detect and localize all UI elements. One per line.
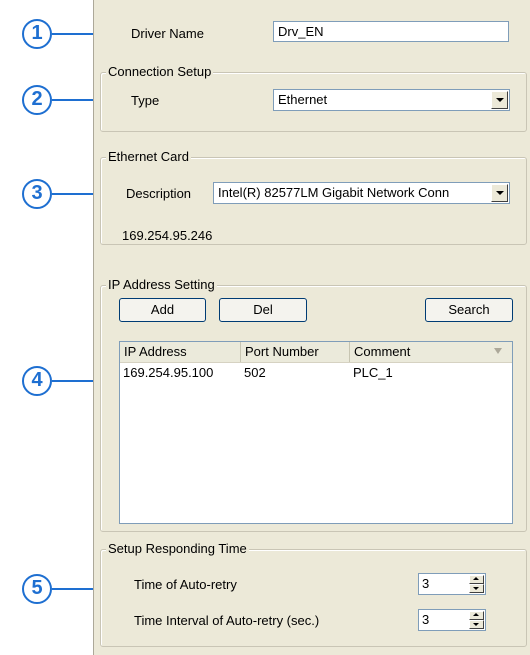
responding-time-legend: Setup Responding Time (106, 541, 249, 557)
spinner-up-icon[interactable] (469, 611, 484, 620)
column-header-ip-address[interactable]: IP Address (120, 342, 241, 362)
connection-setup-legend: Connection Setup (106, 64, 214, 80)
callout-4: 4 (22, 366, 52, 396)
type-select[interactable]: Ethernet (273, 89, 510, 111)
row-port-number: 502 (244, 365, 266, 380)
auto-retry-spinner[interactable]: 3 (418, 573, 486, 595)
driver-name-label: Driver Name (131, 26, 204, 41)
ethernet-card-select[interactable]: Intel(R) 82577LM Gigabit Network Conn (213, 182, 510, 204)
callout-2: 2 (22, 85, 52, 115)
del-button[interactable]: Del (219, 298, 307, 322)
callout-3: 3 (22, 179, 52, 209)
column-header-comment[interactable]: Comment (350, 342, 512, 362)
callout-1-number: 1 (31, 22, 43, 44)
driver-settings-panel: Driver Name Drv_EN Connection Setup Type… (93, 0, 530, 655)
column-header-port-number[interactable]: Port Number (241, 342, 350, 362)
ethernet-card-select-value: Intel(R) 82577LM Gigabit Network Conn (218, 185, 450, 200)
search-button[interactable]: Search (425, 298, 513, 322)
callout-4-number: 4 (31, 369, 43, 391)
ip-address-setting-group: IP Address Setting Add Del Search IP Add… (100, 277, 527, 532)
driver-name-input[interactable]: Drv_EN (273, 21, 509, 42)
add-button[interactable]: Add (119, 298, 206, 322)
type-label: Type (131, 93, 160, 108)
ip-list-header: IP Address Port Number Comment (120, 342, 512, 363)
responding-time-group: Setup Responding Time Time of Auto-retry… (100, 541, 527, 647)
ip-address-setting-legend: IP Address Setting (106, 277, 217, 293)
ethernet-card-group: Ethernet Card Description Intel(R) 82577… (100, 149, 527, 245)
dropdown-arrow-icon[interactable] (491, 184, 508, 202)
spinner-down-icon[interactable] (469, 584, 484, 593)
connection-setup-group: Connection Setup Type Ethernet (100, 64, 527, 132)
ethernet-card-legend: Ethernet Card (106, 149, 191, 165)
callout-5-number: 5 (31, 577, 43, 599)
callout-5: 5 (22, 574, 52, 604)
callout-3-number: 3 (31, 182, 43, 204)
auto-retry-label: Time of Auto-retry (134, 577, 237, 592)
sort-triangle-icon (494, 348, 502, 354)
type-select-value: Ethernet (278, 92, 328, 107)
table-row[interactable]: 169.254.95.100 502 PLC_1 (120, 364, 512, 382)
row-ip-address: 169.254.95.100 (123, 365, 214, 380)
row-comment: PLC_1 (353, 365, 393, 380)
spinner-down-icon[interactable] (469, 620, 484, 629)
auto-retry-value: 3 (422, 576, 430, 591)
dropdown-arrow-icon[interactable] (491, 91, 508, 109)
retry-interval-label: Time Interval of Auto-retry (sec.) (134, 613, 320, 628)
ip-address-list[interactable]: IP Address Port Number Comment 169.254.9… (119, 341, 513, 524)
ethernet-card-ip-text: 169.254.95.246 (122, 228, 213, 243)
callout-2-number: 2 (31, 88, 43, 110)
spinner-up-icon[interactable] (469, 575, 484, 584)
retry-interval-value: 3 (422, 612, 430, 627)
column-header-comment-label: Comment (354, 344, 411, 359)
callout-1: 1 (22, 19, 52, 49)
description-label: Description (126, 186, 192, 201)
retry-interval-spinner[interactable]: 3 (418, 609, 486, 631)
